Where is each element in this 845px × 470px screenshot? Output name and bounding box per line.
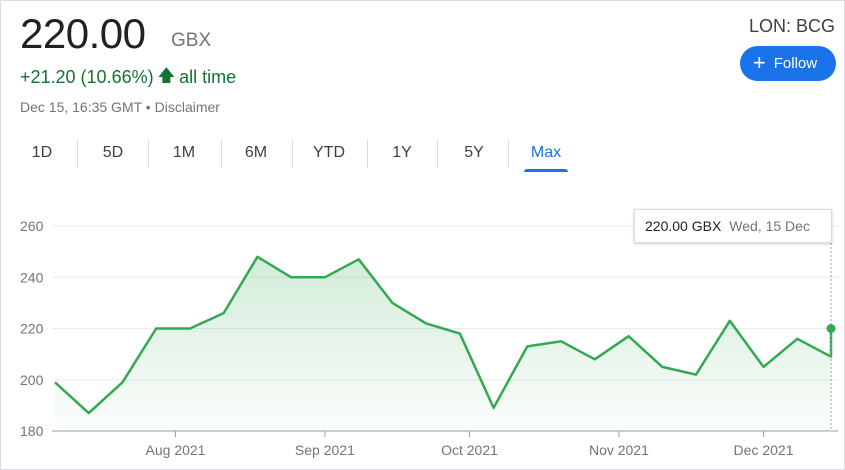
y-tick-label: 220 [20,321,44,337]
y-tick-label: 200 [20,372,44,388]
x-tick-label: Oct 2021 [441,442,498,458]
x-tick-label: Nov 2021 [589,442,649,458]
x-tick-label: Dec 2021 [734,442,794,458]
tooltip-date: Wed, 15 Dec [729,218,810,234]
tooltip-price: 220.00 GBX [645,218,722,234]
last-price-point [826,324,836,333]
y-tick-label: 180 [20,423,44,439]
x-tick-label: Aug 2021 [146,442,206,458]
y-tick-label: 240 [20,269,44,285]
y-tick-label: 260 [20,218,44,234]
price-tooltip: 220.00 GBX Wed, 15 Dec [634,209,832,243]
x-tick-label: Sep 2021 [295,442,355,458]
